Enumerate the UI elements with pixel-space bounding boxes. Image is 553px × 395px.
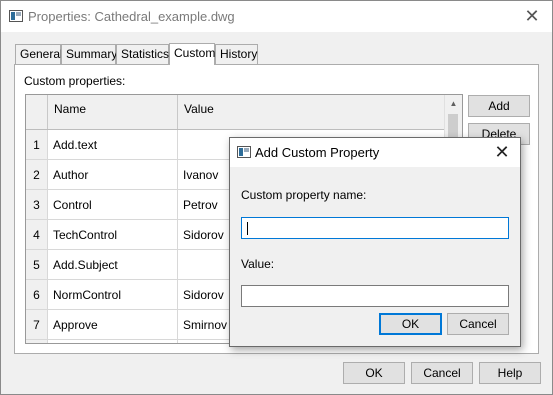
app-icon (9, 10, 23, 22)
property-name-cell[interactable]: Author (48, 160, 178, 189)
grid-header: Name Value (26, 95, 446, 130)
tab-general[interactable]: General (15, 44, 63, 64)
column-header-value[interactable]: Value (178, 95, 446, 129)
tab-summary[interactable]: Summary (61, 44, 117, 64)
property-name-cell[interactable]: NormControl (48, 280, 178, 309)
dialog-close-icon[interactable]: ✕ (492, 142, 512, 162)
scroll-up-icon[interactable]: ▲ (445, 95, 462, 112)
property-name-label: Custom property name: (241, 188, 367, 202)
tab-history[interactable]: History (215, 44, 258, 64)
value-label: Value: (241, 257, 275, 271)
property-value-input[interactable] (241, 285, 509, 307)
dialog-title-bar[interactable]: Add Custom Property ✕ (230, 138, 520, 167)
window-title: Properties: Cathedral_example.dwg (28, 9, 235, 24)
property-name-cell[interactable]: TechControl (48, 220, 178, 249)
cancel-button[interactable]: Cancel (411, 362, 473, 384)
row-number: 5 (26, 250, 48, 279)
property-name-cell[interactable]: Add.Subject (48, 250, 178, 279)
row-number (26, 340, 48, 343)
add-custom-property-dialog: Add Custom Property ✕ Custom property na… (229, 137, 521, 347)
dialog-cancel-button[interactable]: Cancel (447, 313, 509, 335)
title-bar[interactable]: Properties: Cathedral_example.dwg ✕ (1, 1, 552, 32)
header-corner (26, 95, 48, 129)
dialog-ok-button[interactable]: OK (379, 313, 442, 335)
window-close-icon[interactable]: ✕ (522, 6, 542, 26)
column-header-name[interactable]: Name (48, 95, 178, 129)
property-name-cell (48, 340, 178, 343)
row-number: 4 (26, 220, 48, 249)
row-number: 7 (26, 310, 48, 339)
row-number: 1 (26, 130, 48, 159)
help-button[interactable]: Help (479, 362, 541, 384)
row-number: 2 (26, 160, 48, 189)
dialog-title: Add Custom Property (255, 145, 380, 160)
row-number: 6 (26, 280, 48, 309)
row-number: 3 (26, 190, 48, 219)
property-name-cell[interactable]: Approve (48, 310, 178, 339)
ok-button[interactable]: OK (343, 362, 405, 384)
custom-properties-label: Custom properties: (24, 74, 126, 88)
property-name-cell[interactable]: Add.text (48, 130, 178, 159)
property-name-cell[interactable]: Control (48, 190, 178, 219)
text-caret (247, 222, 248, 235)
dialog-app-icon (237, 146, 251, 158)
tab-custom[interactable]: Custom (169, 43, 215, 65)
add-button[interactable]: Add (468, 95, 530, 117)
tab-statistics[interactable]: Statistics (116, 44, 169, 64)
property-name-input[interactable] (241, 217, 509, 239)
